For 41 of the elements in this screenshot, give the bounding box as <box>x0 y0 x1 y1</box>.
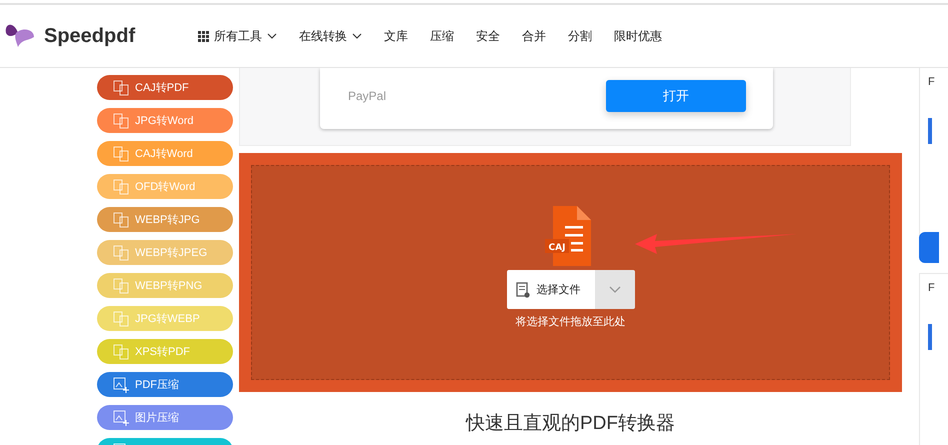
drop-zone[interactable]: CAJ 选择文件 将选择文件拖放至此处 <box>251 165 890 380</box>
open-button[interactable]: 打开 <box>606 80 746 112</box>
nav-link[interactable]: 所有工具 <box>198 28 277 44</box>
nav-link[interactable]: 合并 <box>522 28 546 44</box>
tool-link[interactable]: JPG转Word <box>97 108 233 133</box>
convert-document-icon <box>113 244 129 260</box>
chevron-down-icon[interactable] <box>608 286 620 293</box>
image-plus-icon <box>113 376 129 392</box>
nav-link[interactable]: 限时优惠 <box>614 28 662 44</box>
payment-method-label: PayPal <box>348 88 386 102</box>
image-plus-icon <box>113 410 129 426</box>
convert-document-icon <box>113 344 129 360</box>
convert-document-icon <box>113 146 129 162</box>
card-title: F <box>928 282 936 294</box>
brand-name[interactable]: Speedpdf <box>44 24 136 48</box>
card-title: F <box>928 76 936 88</box>
chevron-down-icon <box>352 33 362 39</box>
convert-document-icon <box>113 310 129 326</box>
nav-link[interactable]: 安全 <box>476 28 500 44</box>
accent-bar <box>928 118 932 144</box>
card-button[interactable] <box>919 232 939 264</box>
convert-document-icon <box>113 178 129 194</box>
chevron-down-icon <box>267 33 277 39</box>
convert-document-icon <box>113 112 129 128</box>
drop-hint: 将选择文件拖放至此处 <box>516 314 626 329</box>
arrow-icon <box>634 232 796 254</box>
tool-link[interactable]: WEBP转JPG <box>97 207 233 232</box>
tool-link[interactable]: 图片压缩 <box>97 405 233 430</box>
nav-link[interactable]: 压缩 <box>430 28 454 44</box>
file-icon <box>516 282 530 298</box>
tool-link[interactable]: PDF压缩 <box>97 372 233 397</box>
convert-document-icon <box>113 278 129 294</box>
nav-link[interactable]: 文库 <box>384 28 408 44</box>
nav-link[interactable]: 分割 <box>568 28 592 44</box>
nav-link[interactable]: 在线转换 <box>299 28 362 44</box>
convert-document-icon <box>113 212 129 228</box>
page-heading: 快速且直观的PDF转换器 <box>464 412 676 436</box>
accent-bar <box>928 324 932 350</box>
convert-document-icon <box>113 80 129 96</box>
tool-link[interactable]: CAJ转PDF <box>97 75 233 100</box>
grid-icon <box>198 30 209 42</box>
